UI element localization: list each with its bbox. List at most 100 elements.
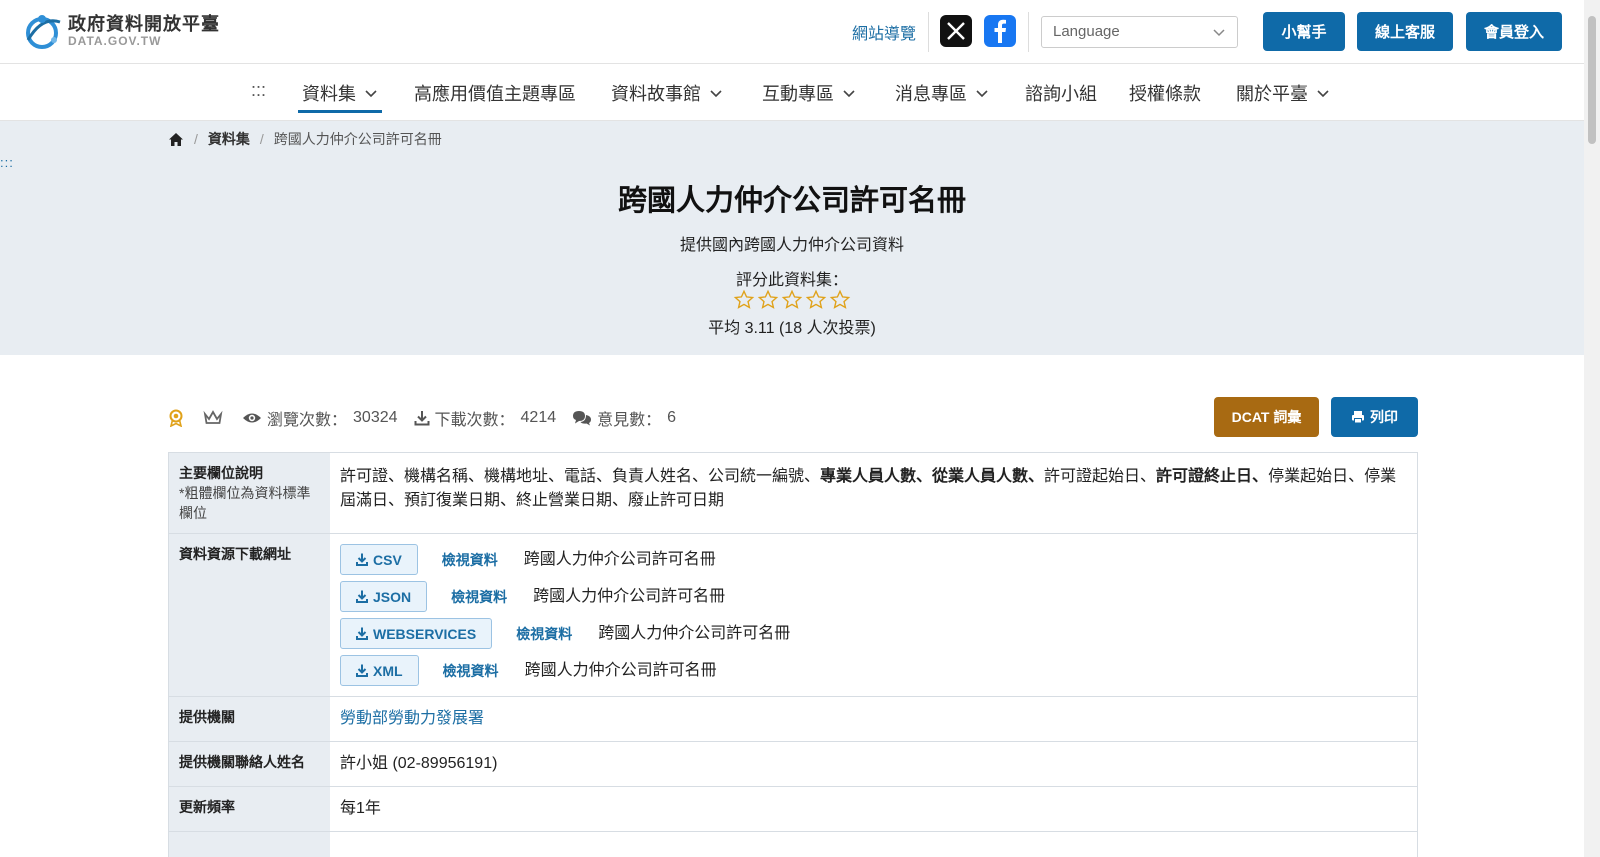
- nav-item-label: 消息專區: [895, 84, 967, 104]
- table-row: 主要欄位說明 *粗體欄位為資料標準欄位 許可證、機構名稱、機構地址、電話、負責人…: [169, 453, 1417, 534]
- nav-item-label: 諮詢小組: [1025, 84, 1097, 104]
- site-logo[interactable]: 政府資料開放平臺 DATA.GOV.TW: [22, 10, 222, 52]
- download-xml-button[interactable]: XML: [340, 655, 419, 686]
- nav-accesskey-marker[interactable]: :::: [251, 80, 266, 101]
- download-icon: [356, 627, 368, 640]
- logo-title: 政府資料開放平臺: [68, 14, 220, 34]
- download-csv-button[interactable]: CSV: [340, 544, 418, 575]
- dataset-info-table: 主要欄位說明 *粗體欄位為資料標準欄位 許可證、機構名稱、機構地址、電話、負責人…: [168, 452, 1418, 857]
- comments-icon: [573, 411, 592, 426]
- nav-item-label: 關於平臺: [1236, 84, 1308, 104]
- view-data-link[interactable]: 檢視資料: [443, 659, 499, 683]
- online-support-button[interactable]: 線上客服: [1357, 12, 1453, 51]
- print-button[interactable]: 列印: [1331, 397, 1418, 437]
- rating-star-icon[interactable]: [733, 289, 755, 311]
- rating-stars: [0, 289, 1584, 311]
- printer-icon: [1352, 411, 1364, 424]
- nav-item-data-stories[interactable]: 資料故事館: [611, 80, 723, 106]
- page-scrollbar[interactable]: [1584, 0, 1600, 857]
- sitemap-link[interactable]: 網站導覽: [852, 20, 916, 44]
- logo-subtitle: DATA.GOV.TW: [68, 34, 162, 48]
- facebook-logo-icon: [994, 19, 1006, 43]
- row-header: 主要欄位說明 *粗體欄位為資料標準欄位: [169, 453, 330, 533]
- download-icon: [356, 590, 368, 603]
- comments-label: 意見數：: [597, 412, 662, 429]
- rating-star-icon[interactable]: [757, 289, 779, 311]
- breadcrumb: / 資料集 / 跨國人力仲介公司許可名冊: [168, 129, 442, 149]
- content-accesskey-marker[interactable]: :::: [0, 155, 14, 170]
- resource-name: 跨國人力仲介公司許可名冊: [533, 587, 726, 605]
- facebook-share-button[interactable]: [984, 15, 1016, 47]
- fields-bold-text: 許可證終止日、: [1156, 468, 1269, 485]
- row-header: 提供機關聯絡人姓名: [169, 742, 330, 786]
- provider-org-link[interactable]: 勞動部勞動力發展署: [340, 710, 484, 727]
- top-header: 政府資料開放平臺 DATA.GOV.TW 網站導覽 Language 小幫手 線…: [0, 0, 1584, 64]
- rating-star-icon[interactable]: [829, 289, 851, 311]
- helper-button[interactable]: 小幫手: [1263, 12, 1345, 51]
- nav-item-interactive[interactable]: 互動專區: [762, 80, 856, 106]
- download-icon: [414, 411, 430, 426]
- download-json-button[interactable]: JSON: [340, 581, 428, 612]
- row-header: 提供機關: [169, 697, 330, 741]
- resource-item: XML 檢視資料 跨國人力仲介公司許可名冊: [340, 655, 1407, 686]
- breadcrumb-current: 跨國人力仲介公司許可名冊: [273, 131, 442, 147]
- nav-item-datasets[interactable]: 資料集: [298, 80, 382, 113]
- dataset-hero: / 資料集 / 跨國人力仲介公司許可名冊 ::: 跨國人力仲介公司許可名冊 提供…: [0, 121, 1584, 355]
- eye-icon: [243, 413, 261, 423]
- nav-item-advisory[interactable]: 諮詢小組: [1025, 80, 1097, 106]
- format-label: WEBSERVICES: [373, 625, 477, 642]
- chevron-down-icon: [365, 90, 377, 98]
- rating-star-icon[interactable]: [781, 289, 803, 311]
- resource-item: CSV 檢視資料 跨國人力仲介公司許可名冊: [340, 544, 1407, 575]
- table-row: [169, 832, 1417, 857]
- x-logo-icon: [947, 22, 965, 40]
- format-label: JSON: [373, 588, 412, 605]
- resources-value: CSV 檢視資料 跨國人力仲介公司許可名冊 JSON 檢視資料 跨國人力仲介公司…: [330, 534, 1417, 696]
- fields-note: *粗體欄位為資料標準欄位: [179, 485, 311, 521]
- award-badge-icon: [169, 409, 183, 427]
- page: 政府資料開放平臺 DATA.GOV.TW 網站導覽 Language 小幫手 線…: [0, 0, 1600, 857]
- resource-name: 跨國人力仲介公司許可名冊: [598, 624, 791, 642]
- nav-item-label: 高應用價值主題專區: [414, 84, 576, 104]
- resource-name: 跨國人力仲介公司許可名冊: [524, 661, 717, 679]
- downloads-count: 4214: [520, 409, 557, 426]
- language-select-value: Language: [1053, 23, 1120, 40]
- resource-name: 跨國人力仲介公司許可名冊: [523, 550, 716, 568]
- chevron-down-icon: [1317, 90, 1329, 98]
- page-title: 跨國人力仲介公司許可名冊: [617, 185, 966, 217]
- chevron-down-icon: [843, 90, 855, 98]
- chevron-down-icon: [1213, 29, 1225, 37]
- breadcrumb-datasets-link[interactable]: 資料集: [208, 129, 250, 149]
- views-label: 瀏覽次數：: [267, 412, 348, 429]
- view-data-link[interactable]: 檢視資料: [442, 548, 498, 572]
- resource-item: JSON 檢視資料 跨國人力仲介公司許可名冊: [340, 581, 1407, 612]
- scrollbar-thumb[interactable]: [1588, 16, 1596, 144]
- row-header: [169, 832, 330, 857]
- x-share-button[interactable]: [940, 15, 972, 47]
- download-icon: [356, 664, 368, 677]
- org-value: 勞動部勞動力發展署: [330, 697, 1417, 741]
- dataset-stats: 瀏覽次數： 30324 下載次數： 4214 意見數： 6: [168, 406, 692, 430]
- view-data-link[interactable]: 檢視資料: [516, 622, 572, 646]
- crown-icon: [203, 410, 223, 424]
- rating-star-icon[interactable]: [805, 289, 827, 311]
- nav-item-label: 授權條款: [1129, 84, 1201, 104]
- language-select[interactable]: Language: [1041, 16, 1238, 48]
- downloads-label: 下載次數：: [434, 412, 515, 429]
- logo-icon: [26, 15, 61, 49]
- breadcrumb-separator: /: [259, 131, 264, 147]
- nav-item-about[interactable]: 關於平臺: [1236, 80, 1330, 106]
- nav-item-high-value-topics[interactable]: 高應用價值主題專區: [414, 80, 576, 106]
- fields-text: 許可證起始日、: [1044, 468, 1157, 485]
- download-webservices-button[interactable]: WEBSERVICES: [340, 618, 493, 649]
- table-row: 更新頻率 每1年: [169, 787, 1417, 832]
- member-login-button[interactable]: 會員登入: [1466, 12, 1562, 51]
- dataset-description: 提供國內跨國人力仲介公司資料: [679, 237, 904, 254]
- view-data-link[interactable]: 檢視資料: [451, 585, 507, 609]
- nav-item-news[interactable]: 消息專區: [895, 80, 989, 106]
- nav-item-license[interactable]: 授權條款: [1129, 80, 1201, 106]
- contact-value: 許小姐 (02-89956191): [340, 755, 498, 772]
- home-icon[interactable]: [168, 132, 184, 147]
- dcat-vocabulary-button[interactable]: DCAT 詞彙: [1214, 397, 1319, 437]
- comments-count: 6: [667, 409, 677, 426]
